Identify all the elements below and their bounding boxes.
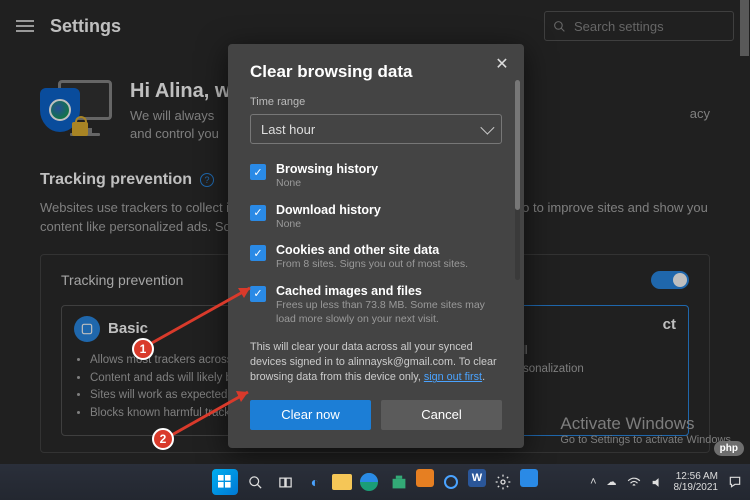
sign-out-link[interactable]: sign out first — [424, 371, 482, 383]
check-cached[interactable]: ✓ Cached images and filesFrees up less t… — [250, 278, 502, 332]
dialog-scrollbar[interactable] — [515, 80, 520, 280]
checkbox-icon[interactable]: ✓ — [250, 164, 266, 180]
checkbox-icon[interactable]: ✓ — [250, 286, 266, 302]
search-taskbar-icon[interactable] — [242, 469, 268, 495]
tray-chevron-icon[interactable]: ˄ — [590, 476, 596, 488]
annotation-1: 1 — [132, 338, 154, 360]
widgets-icon[interactable]: ◐ — [302, 469, 328, 495]
checkbox-icon[interactable]: ✓ — [250, 205, 266, 221]
taskbar[interactable]: ◐ W ˄ ☁ 12:56 AM 8/19/2021 — [0, 464, 750, 500]
dialog-title: Clear browsing data — [250, 62, 502, 82]
word-icon[interactable]: W — [468, 469, 486, 487]
volume-icon[interactable] — [651, 476, 664, 489]
cancel-button[interactable]: Cancel — [381, 400, 502, 430]
vscode-icon[interactable] — [520, 469, 538, 487]
notifications-icon[interactable] — [728, 475, 742, 489]
explorer-icon[interactable] — [332, 474, 352, 490]
start-icon[interactable] — [212, 469, 238, 495]
dialog-note: This will clear your data across all you… — [250, 340, 502, 385]
wifi-icon[interactable] — [627, 476, 641, 488]
close-icon[interactable]: ✕ — [488, 50, 516, 78]
php-badge: php — [714, 441, 744, 456]
annotation-2: 2 — [152, 428, 174, 450]
checkbox-icon[interactable]: ✓ — [250, 245, 266, 261]
time-range-label: Time range — [250, 96, 502, 108]
clear-browsing-dialog: ✕ Clear browsing data Time range Last ho… — [228, 44, 524, 448]
onedrive-icon[interactable]: ☁ — [607, 477, 617, 488]
settings-taskbar-icon[interactable] — [490, 469, 516, 495]
edge-icon[interactable] — [356, 469, 382, 495]
check-download-history[interactable]: ✓ Download historyNone — [250, 197, 502, 238]
activate-windows-watermark: Activate Windows Go to Settings to activ… — [560, 414, 734, 446]
taskview-icon[interactable] — [272, 469, 298, 495]
time-range-value: Last hour — [261, 122, 315, 137]
cortana-icon[interactable] — [438, 469, 464, 495]
chevron-down-icon — [480, 121, 494, 135]
app-orange-icon[interactable] — [416, 469, 434, 487]
check-cookies[interactable]: ✓ Cookies and other site dataFrom 8 site… — [250, 237, 502, 278]
store-icon[interactable] — [386, 469, 412, 495]
time-range-select[interactable]: Last hour — [250, 114, 502, 144]
clock[interactable]: 12:56 AM 8/19/2021 — [674, 471, 719, 493]
check-browsing-history[interactable]: ✓ Browsing historyNone — [250, 156, 502, 197]
clear-now-button[interactable]: Clear now — [250, 400, 371, 430]
